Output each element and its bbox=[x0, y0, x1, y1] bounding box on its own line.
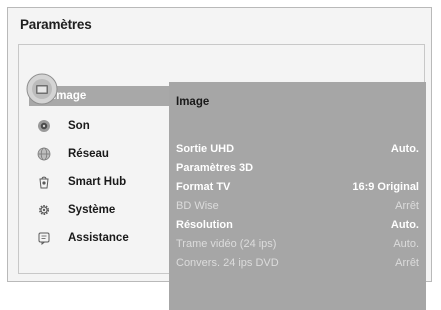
window-title: Paramètres bbox=[20, 17, 92, 32]
setting-value: Auto. bbox=[390, 218, 419, 231]
setting-value: Arrêt bbox=[395, 256, 419, 269]
setting-value: 16:9 Original bbox=[352, 180, 419, 193]
settings-menu: Image Son Réseau Smart Hub Système Assis… bbox=[24, 73, 174, 252]
menu-item-label: Son bbox=[68, 120, 90, 132]
menu-item-label: Assistance bbox=[68, 232, 129, 244]
image-settings-panel: Image Sortie UHD Auto. Paramètres 3D For… bbox=[169, 82, 426, 310]
menu-item-label: Smart Hub bbox=[68, 176, 127, 188]
setting-label: BD Wise bbox=[176, 199, 219, 212]
setting-label: Trame vidéo (24 ips) bbox=[176, 237, 277, 250]
menu-item-reseau[interactable]: Réseau bbox=[24, 140, 174, 168]
menu-item-label: Réseau bbox=[68, 148, 109, 160]
setting-label: Convers. 24 ips DVD bbox=[176, 256, 279, 269]
setting-value: Auto. bbox=[390, 142, 419, 155]
settings-list: Sortie UHD Auto. Paramètres 3D Format TV… bbox=[169, 139, 426, 272]
menu-item-son[interactable]: Son bbox=[24, 112, 174, 140]
menu-item-label: Système bbox=[68, 204, 116, 216]
system-gear-icon bbox=[39, 205, 49, 215]
setting-row-bd-wise[interactable]: BD Wise Arrêt bbox=[169, 196, 426, 215]
setting-label: Sortie UHD bbox=[176, 142, 235, 155]
panel-heading: Image bbox=[176, 96, 210, 108]
setting-row-format-tv[interactable]: Format TV 16:9 Original bbox=[169, 177, 426, 196]
menu-item-image[interactable]: Image bbox=[26, 73, 174, 106]
settings-window: Paramètres Image Son Réseau Smart Hub Sy… bbox=[7, 7, 432, 310]
setting-label: Format TV bbox=[176, 180, 231, 193]
setting-value: Auto. bbox=[393, 237, 419, 250]
setting-value: Arrêt bbox=[395, 199, 419, 212]
network-icon bbox=[37, 147, 51, 161]
sound-icon bbox=[38, 120, 50, 132]
setting-row-sortie-uhd[interactable]: Sortie UHD Auto. bbox=[169, 139, 426, 158]
picture-icon bbox=[26, 73, 58, 105]
setting-row-trame-video[interactable]: Trame vidéo (24 ips) Auto. bbox=[169, 234, 426, 253]
setting-row-resolution[interactable]: Résolution Auto. bbox=[169, 215, 426, 234]
menu-item-systeme[interactable]: Système bbox=[24, 196, 174, 224]
menu-item-smart-hub[interactable]: Smart Hub bbox=[24, 168, 174, 196]
settings-content: Image Son Réseau Smart Hub Système Assis… bbox=[18, 44, 426, 310]
support-icon bbox=[38, 232, 50, 245]
setting-label: Paramètres 3D bbox=[176, 161, 254, 174]
smart-hub-icon bbox=[39, 176, 49, 189]
setting-row-parametres-3d[interactable]: Paramètres 3D bbox=[169, 158, 426, 177]
setting-label: Résolution bbox=[176, 218, 233, 231]
menu-item-assistance[interactable]: Assistance bbox=[24, 224, 174, 252]
setting-row-convers-24-ips[interactable]: Convers. 24 ips DVD Arrêt bbox=[169, 253, 426, 272]
